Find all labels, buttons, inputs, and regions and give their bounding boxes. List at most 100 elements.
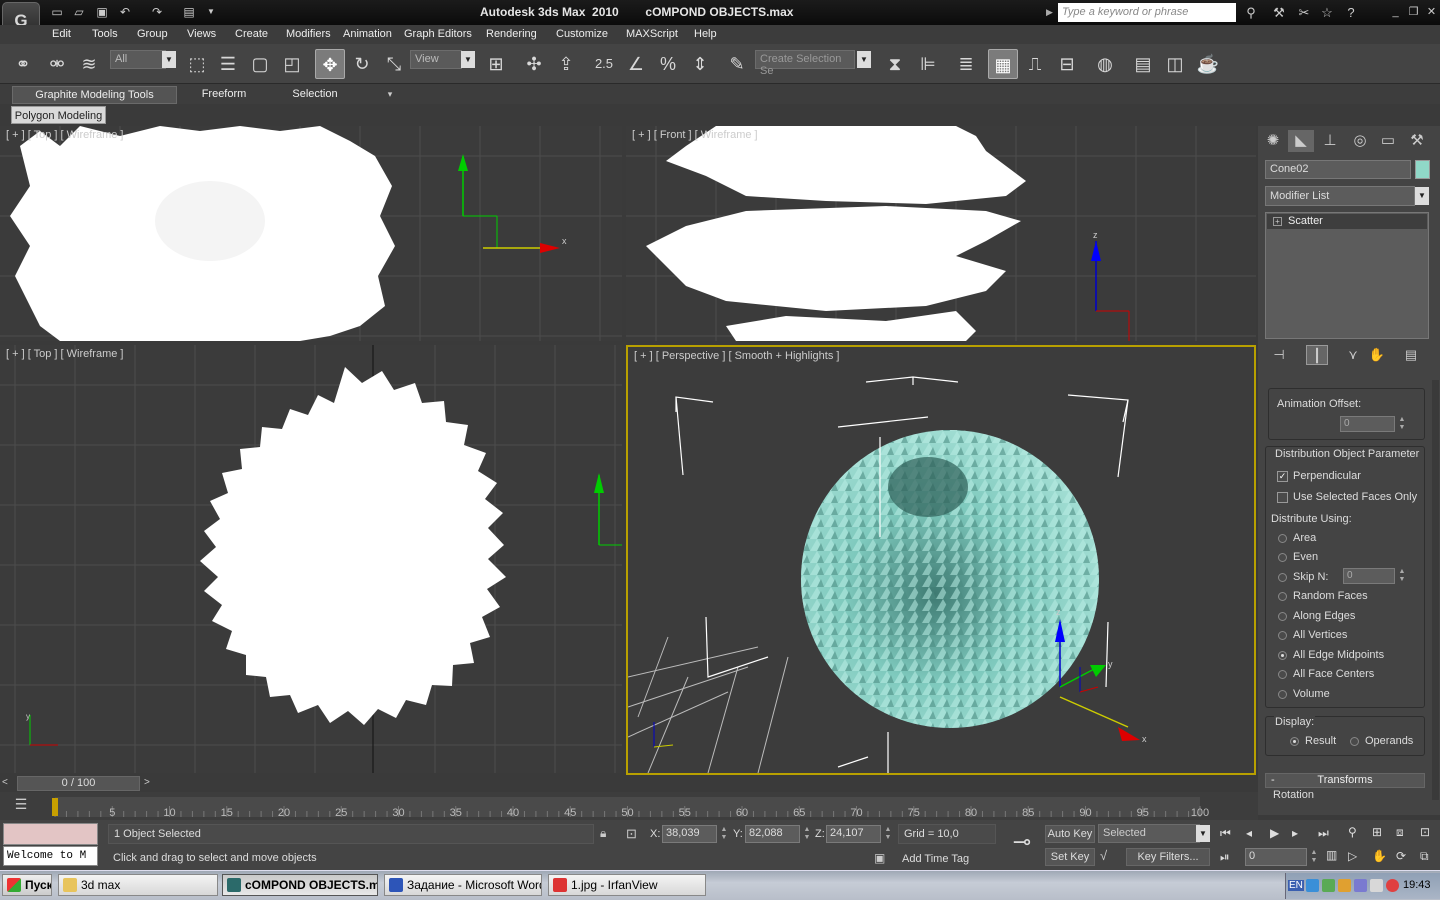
- task-word[interactable]: Задание - Microsoft Word: [384, 874, 542, 896]
- restore-icon[interactable]: ❐: [1406, 5, 1421, 19]
- transforms-rollout-header[interactable]: - Transforms: [1265, 773, 1425, 788]
- radio-along-edges[interactable]: [1278, 612, 1287, 621]
- command-panel-scrollbar[interactable]: [1432, 380, 1439, 800]
- zoom-extents-icon[interactable]: ⧈: [1396, 825, 1412, 841]
- menu-create[interactable]: Create: [235, 28, 268, 40]
- open-file-icon[interactable]: ▱: [70, 4, 88, 20]
- remove-modifier-icon[interactable]: ✋: [1366, 345, 1388, 365]
- x-coordinate-field[interactable]: 38,039: [662, 825, 717, 843]
- track-bar[interactable]: 5 10 15 20 25 30 35 40 45 50 55 60 65 70 75 80 85 90 95 100: [0, 792, 1258, 820]
- undo-icon[interactable]: ↶: [116, 4, 134, 20]
- chevron-down-icon[interactable]: ▼: [1196, 825, 1210, 842]
- menu-graph-editors[interactable]: Graph Editors: [404, 28, 472, 40]
- key-mode-toggle-icon[interactable]: ⏯: [1220, 850, 1238, 866]
- menu-group[interactable]: Group: [137, 28, 168, 40]
- perpendicular-checkbox[interactable]: ✓: [1277, 471, 1288, 482]
- make-unique-icon[interactable]: ⋎: [1342, 345, 1364, 365]
- time-tag-icon[interactable]: ▣: [874, 851, 892, 867]
- display-tab-icon[interactable]: ▭: [1375, 130, 1401, 152]
- play-icon[interactable]: ▶: [1270, 826, 1288, 842]
- go-to-end-icon[interactable]: ⏭: [1318, 826, 1336, 842]
- tab-selection[interactable]: Selection: [275, 86, 355, 104]
- add-time-tag[interactable]: Add Time Tag: [898, 851, 996, 868]
- maxscript-mini-listener[interactable]: Welcome to M: [3, 846, 98, 866]
- polygon-modeling-panel-button[interactable]: Polygon Modeling: [11, 106, 106, 124]
- orbit-icon[interactable]: ⟳: [1396, 849, 1412, 865]
- key-filters-button[interactable]: Key Filters...: [1126, 848, 1210, 866]
- radio-all-vertices[interactable]: [1278, 631, 1287, 640]
- unlink-icon[interactable]: ⚮: [42, 49, 72, 79]
- viewport-top-small[interactable]: [ + ] [ Top ] [ Wireframe ] x: [0, 126, 622, 341]
- expand-icon[interactable]: +: [1273, 217, 1282, 226]
- viewport-top[interactable]: [ + ] [ Top ] [ Wireframe ] y: [0, 345, 622, 773]
- go-to-start-icon[interactable]: ⏮: [1220, 826, 1238, 842]
- maxscript-listener-pink[interactable]: [3, 823, 98, 845]
- viewport-front[interactable]: [ + ] [ Front ] [ Wireframe ] z: [626, 126, 1256, 341]
- spinner-arrows-icon[interactable]: ▲ ▼: [1309, 849, 1319, 865]
- network-tray-icon[interactable]: [1306, 879, 1319, 892]
- selection-filter-dropdown[interactable]: All: [110, 50, 166, 69]
- menu-modifiers[interactable]: Modifiers: [286, 28, 331, 40]
- menu-rendering[interactable]: Rendering: [486, 28, 537, 40]
- antivirus-tray-icon[interactable]: [1338, 879, 1351, 892]
- radio-all-edge-midpoints[interactable]: [1278, 651, 1287, 660]
- zoom-all-icon[interactable]: ⊞: [1372, 825, 1388, 841]
- key-tangent-icon[interactable]: √: [1100, 848, 1120, 866]
- pin-stack-icon[interactable]: ⊣: [1268, 345, 1290, 365]
- pan-view-icon[interactable]: ✋: [1372, 849, 1388, 865]
- object-color-swatch[interactable]: [1415, 160, 1430, 179]
- window-crossing-icon[interactable]: ◰: [277, 49, 307, 79]
- reference-coordinate-dropdown[interactable]: View: [410, 50, 462, 69]
- radio-even[interactable]: [1278, 553, 1287, 562]
- layer-manager-icon[interactable]: ≣: [951, 49, 981, 79]
- snaps-toggle-icon[interactable]: 2.5: [589, 49, 619, 79]
- create-tab-icon[interactable]: ✺: [1260, 130, 1286, 152]
- chevron-down-icon[interactable]: ▼: [202, 4, 220, 20]
- viewport-label[interactable]: [ + ] [ Top ] [ Wireframe ]: [6, 348, 123, 360]
- time-configuration-icon[interactable]: ▥: [1326, 848, 1342, 864]
- menu-animation[interactable]: Animation: [343, 28, 392, 40]
- menu-maxscript[interactable]: MAXScript: [626, 28, 678, 40]
- zoom-icon[interactable]: ⚲: [1348, 825, 1364, 841]
- chevron-down-icon[interactable]: ▼: [461, 51, 475, 68]
- percent-snap-icon[interactable]: %: [653, 49, 683, 79]
- viewport-perspective[interactable]: [ + ] [ Perspective ] [ Smooth + Highlig…: [626, 345, 1256, 775]
- time-slider-thumb[interactable]: 0 / 100: [17, 776, 140, 791]
- y-coordinate-field[interactable]: 82,088: [745, 825, 800, 843]
- rendered-frame-window-icon[interactable]: ◫: [1160, 49, 1190, 79]
- spinner-arrows-icon[interactable]: ▲ ▼: [802, 826, 812, 842]
- set-key-button[interactable]: Set Key: [1045, 848, 1095, 866]
- task-3dsmax-window[interactable]: cOMPOND OBJECTS.m...: [222, 874, 378, 896]
- menu-edit[interactable]: Edit: [52, 28, 71, 40]
- bind-space-warp-icon[interactable]: ≋: [74, 49, 104, 79]
- current-frame-field[interactable]: 0: [1245, 848, 1307, 866]
- configure-modifier-sets-icon[interactable]: ▤: [1400, 345, 1422, 365]
- pivot-center-icon[interactable]: ⊞: [481, 49, 511, 79]
- render-production-icon[interactable]: ☕: [1193, 49, 1223, 79]
- task-irfanview[interactable]: 1.jpg - IrfanView: [548, 874, 706, 896]
- binoculars-icon[interactable]: ⚲: [1240, 3, 1262, 22]
- modifier-list-dropdown[interactable]: Modifier List: [1265, 186, 1415, 206]
- motion-tab-icon[interactable]: ◎: [1347, 130, 1373, 152]
- show-end-result-icon[interactable]: ┃: [1306, 345, 1328, 365]
- select-object-icon[interactable]: ⬚: [182, 49, 212, 79]
- menu-help[interactable]: Help: [694, 28, 717, 40]
- key-mode-dropdown[interactable]: Selected: [1098, 824, 1200, 843]
- use-selected-faces-checkbox[interactable]: [1277, 492, 1288, 503]
- modify-tab-icon[interactable]: ◣: [1288, 130, 1314, 152]
- previous-frame-icon[interactable]: ◂: [1246, 826, 1264, 842]
- radio-random-faces[interactable]: [1278, 592, 1287, 601]
- select-and-link-icon[interactable]: ⚭: [8, 49, 38, 79]
- display-tray-icon[interactable]: [1354, 879, 1367, 892]
- skip-n-spinner[interactable]: 0: [1343, 568, 1395, 584]
- chevron-down-icon[interactable]: ▼: [162, 51, 176, 68]
- radio-display-operands[interactable]: [1350, 737, 1359, 746]
- communication-center-icon[interactable]: ⚒: [1268, 3, 1290, 22]
- utilities-tab-icon[interactable]: ⚒: [1404, 130, 1430, 152]
- menu-views[interactable]: Views: [187, 28, 216, 40]
- task-3d-max[interactable]: 3d max: [58, 874, 218, 896]
- z-coordinate-field[interactable]: 24,107: [826, 825, 881, 843]
- spinner-arrows-icon[interactable]: ▲ ▼: [1397, 416, 1407, 432]
- opera-tray-icon[interactable]: [1386, 879, 1399, 892]
- project-folder-icon[interactable]: ▤: [180, 4, 198, 20]
